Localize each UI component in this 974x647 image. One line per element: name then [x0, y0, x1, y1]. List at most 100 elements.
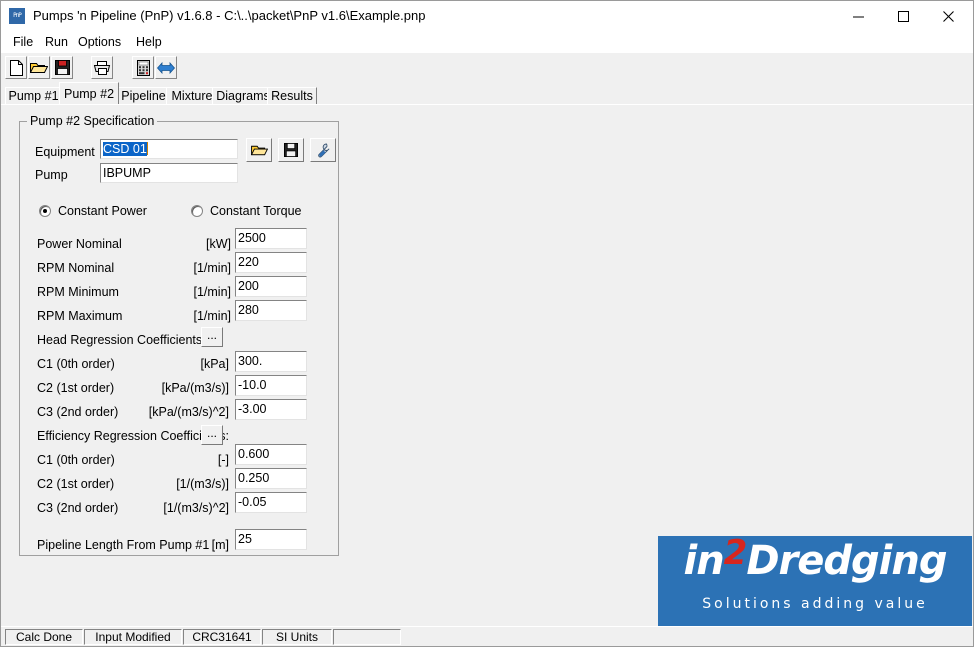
efficiency-regression-button[interactable]: ...	[201, 425, 223, 445]
head-c2-label: C2 (1st order)	[37, 381, 114, 395]
head-regression-label: Head Regression Coefficients:	[37, 333, 206, 347]
head-regression-button[interactable]: ...	[201, 327, 223, 347]
calculate-button[interactable]	[132, 56, 154, 79]
rpm-nominal-unit: [1/min]	[131, 261, 231, 275]
radio-constant-torque[interactable]: Constant Torque	[191, 204, 302, 218]
rpm-nominal-input[interactable]: 220	[235, 252, 307, 273]
print-button[interactable]	[91, 56, 113, 79]
pipeline-length-input[interactable]: 25	[235, 529, 307, 550]
logo-superscript: 2	[724, 536, 747, 573]
logo-prefix: in	[683, 538, 723, 584]
client-area: Pump #2 Specification Equipment CSD 01 P…	[1, 104, 973, 626]
head-c2-input[interactable]: -10.0	[235, 375, 307, 396]
rpm-maximum-input[interactable]: 280	[235, 300, 307, 321]
status-units: SI Units	[262, 629, 332, 645]
pipeline-length-unit: [m]	[161, 538, 229, 552]
floppy-save-icon	[55, 60, 70, 75]
tab-diagrams[interactable]: Diagrams	[212, 87, 274, 104]
load-equipment-button[interactable]	[246, 138, 272, 162]
rpm-maximum-unit: [1/min]	[131, 309, 231, 323]
blue-double-arrow-icon	[157, 62, 175, 74]
application-window: PnP Pumps 'n Pipeline (PnP) v1.6.8 - C:\…	[0, 0, 974, 647]
wrench-icon	[315, 143, 331, 158]
close-icon	[942, 10, 955, 23]
head-c3-unit: [kPa/(m3/s)^2]	[105, 405, 229, 419]
pump-label: Pump	[35, 168, 68, 182]
menu-item-options[interactable]: Options	[74, 35, 125, 51]
eff-c1-unit: [-]	[111, 453, 229, 467]
rpm-minimum-input[interactable]: 200	[235, 276, 307, 297]
menu-item-file[interactable]: File	[9, 35, 37, 51]
tab-pump-1[interactable]: Pump #1	[5, 87, 62, 104]
printer-icon	[93, 60, 111, 76]
open-file-button[interactable]	[28, 56, 50, 79]
text-caret	[147, 142, 148, 155]
eff-c3-unit: [1/(m3/s)^2]	[105, 501, 229, 515]
eff-c1-label: C1 (0th order)	[37, 453, 115, 467]
head-c1-input[interactable]: 300.	[235, 351, 307, 372]
minimize-icon	[852, 10, 865, 23]
status-crc: CRC31641	[183, 629, 261, 645]
status-calc: Calc Done	[5, 629, 83, 645]
logo-word: Dredging	[746, 538, 946, 584]
rpm-minimum-label: RPM Minimum	[37, 285, 119, 299]
toolbar	[1, 53, 973, 82]
eff-c3-input[interactable]: -0.05	[235, 492, 307, 513]
open-folder-icon	[251, 143, 268, 157]
radio-dot-icon	[191, 205, 203, 217]
status-extra	[333, 629, 401, 645]
pump-specification-title: Pump #2 Specification	[27, 114, 157, 128]
tab-pipeline[interactable]: Pipeline	[116, 87, 171, 104]
head-c2-unit: [kPa/(m3/s)]	[111, 381, 229, 395]
units-toggle-button[interactable]	[155, 56, 177, 79]
tab-results[interactable]: Results	[267, 87, 317, 104]
app-icon-label: PnP	[13, 13, 21, 19]
edit-equipment-button[interactable]	[310, 138, 336, 162]
head-c1-label: C1 (0th order)	[37, 357, 115, 371]
logo-tagline: Solutions adding value	[658, 596, 972, 612]
status-bar: Calc Done Input Modified CRC31641 SI Uni…	[1, 626, 973, 646]
open-folder-icon	[30, 60, 48, 75]
rpm-maximum-label: RPM Maximum	[37, 309, 122, 323]
save-file-button[interactable]	[51, 56, 73, 79]
title-bar: PnP Pumps 'n Pipeline (PnP) v1.6.8 - C:\…	[1, 1, 973, 32]
radio-constant-power[interactable]: Constant Power	[39, 204, 147, 218]
radio-constant-torque-label: Constant Torque	[210, 204, 302, 218]
tab-pump-2[interactable]: Pump #2	[59, 82, 119, 104]
power-nominal-input[interactable]: 2500	[235, 228, 307, 249]
minimize-button[interactable]	[836, 1, 881, 31]
close-button[interactable]	[926, 1, 971, 31]
company-logo: in2Dredging Solutions adding value	[658, 536, 972, 626]
menu-item-help[interactable]: Help	[132, 35, 166, 51]
rpm-minimum-unit: [1/min]	[131, 285, 231, 299]
floppy-save-icon	[284, 143, 298, 157]
head-c3-input[interactable]: -3.00	[235, 399, 307, 420]
power-nominal-unit: [kW]	[131, 237, 231, 251]
eff-c2-input[interactable]: 0.250	[235, 468, 307, 489]
save-equipment-button[interactable]	[278, 138, 304, 162]
tab-bar: Pump #1 Pump #2 Pipeline Mixture Diagram…	[1, 82, 973, 104]
status-input: Input Modified	[84, 629, 182, 645]
menu-item-run[interactable]: Run	[41, 35, 72, 51]
maximize-icon	[897, 10, 910, 23]
equipment-label: Equipment	[35, 145, 95, 159]
app-icon: PnP	[8, 7, 26, 25]
menu-bar: File Run Options Help	[1, 32, 973, 54]
new-file-button[interactable]	[5, 56, 27, 79]
equipment-input-value: CSD 01	[103, 142, 147, 156]
equipment-input[interactable]: CSD 01	[100, 139, 238, 159]
radio-constant-power-label: Constant Power	[58, 204, 147, 218]
pump-input[interactable]: IBPUMP	[100, 163, 238, 183]
maximize-button[interactable]	[881, 1, 926, 31]
head-c1-unit: [kPa]	[111, 357, 229, 371]
calculator-icon	[137, 60, 150, 76]
tab-mixture[interactable]: Mixture	[166, 87, 218, 104]
power-nominal-label: Power Nominal	[37, 237, 122, 251]
radio-dot-icon	[39, 205, 51, 217]
eff-c2-unit: [1/(m3/s)]	[111, 477, 229, 491]
eff-c2-label: C2 (1st order)	[37, 477, 114, 491]
eff-c1-input[interactable]: 0.600	[235, 444, 307, 465]
logo-wordmark: in2Dredging	[658, 538, 972, 584]
window-title: Pumps 'n Pipeline (PnP) v1.6.8 - C:\..\p…	[33, 8, 425, 23]
rpm-nominal-label: RPM Nominal	[37, 261, 114, 275]
